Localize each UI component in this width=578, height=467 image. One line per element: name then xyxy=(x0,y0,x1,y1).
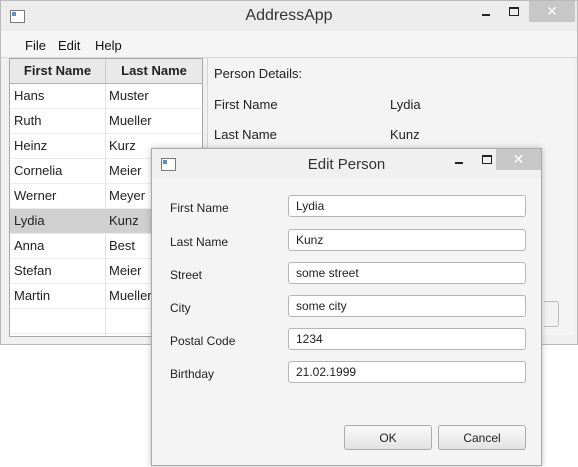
last-name-cell: Muster xyxy=(109,88,149,103)
first-name-field[interactable] xyxy=(288,195,526,217)
first-name-label: First Name xyxy=(170,201,229,215)
first-name-cell: Anna xyxy=(14,238,45,253)
edit-person-dialog: Edit Person ✕ First Name Last Name Stree… xyxy=(151,148,542,466)
street-field[interactable] xyxy=(288,262,526,284)
first-name-cell: Martin xyxy=(14,288,51,303)
birthday-label: Birthday xyxy=(170,367,215,381)
city-field[interactable] xyxy=(288,295,526,317)
maximize-button[interactable] xyxy=(501,1,527,22)
column-header-last-name[interactable]: Last Name xyxy=(106,59,202,83)
postal-code-label: Postal Code xyxy=(170,334,236,348)
postal-code-field[interactable] xyxy=(288,328,526,350)
menu-edit[interactable]: Edit xyxy=(58,38,80,53)
last-name-field[interactable] xyxy=(288,229,526,251)
cancel-button[interactable]: Cancel xyxy=(438,425,526,450)
dialog-close-button[interactable]: ✕ xyxy=(496,149,541,170)
street-label: Street xyxy=(170,268,203,282)
last-name-cell: Mueller xyxy=(109,113,152,128)
main-titlebar[interactable]: AddressApp ✕ xyxy=(1,1,577,31)
ok-button[interactable]: OK xyxy=(344,425,432,450)
first-name-cell: Hans xyxy=(14,88,45,103)
close-button[interactable]: ✕ xyxy=(529,1,575,22)
city-label: City xyxy=(170,301,191,315)
first-name-cell: Heinz xyxy=(14,138,48,153)
menu-bar: File Edit Help xyxy=(1,31,577,58)
details-action-button[interactable] xyxy=(544,301,559,327)
table-header: First Name Last Name xyxy=(10,59,202,84)
first-name-cell: Lydia xyxy=(14,213,45,228)
table-row[interactable]: Ruth Mueller xyxy=(10,109,202,134)
details-last-name-value: Kunz xyxy=(390,127,420,142)
birthday-field[interactable] xyxy=(288,361,526,383)
last-name-label: Last Name xyxy=(170,235,229,249)
minimize-button[interactable] xyxy=(471,1,499,22)
first-name-cell: Werner xyxy=(14,188,57,203)
dialog-titlebar[interactable]: Edit Person ✕ xyxy=(152,149,541,179)
column-header-first-name[interactable]: First Name xyxy=(10,59,106,83)
first-name-cell: Ruth xyxy=(14,113,42,128)
table-row[interactable]: Hans Muster xyxy=(10,84,202,109)
dialog-minimize-button[interactable] xyxy=(444,149,472,170)
details-first-name-value: Lydia xyxy=(390,97,421,112)
first-name-cell: Stefan xyxy=(14,263,52,278)
first-name-cell: Cornelia xyxy=(14,163,63,178)
details-last-name-label: Last Name xyxy=(214,127,277,142)
menu-file[interactable]: File xyxy=(25,38,46,53)
menu-help[interactable]: Help xyxy=(95,38,122,53)
details-first-name-label: First Name xyxy=(214,97,278,112)
details-heading: Person Details: xyxy=(214,66,303,81)
